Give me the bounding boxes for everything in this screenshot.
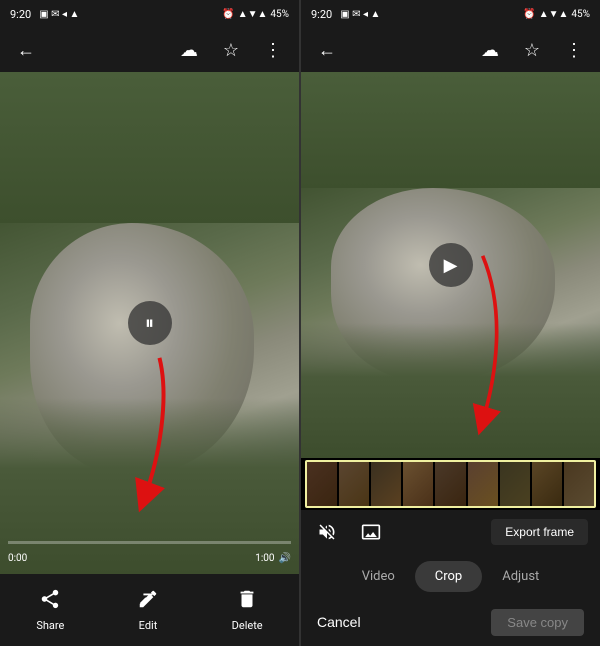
status-bar-left: 9:20 ▣ ✉ ◂ ▲ ⏰ ▲▼▲ 45% [0,0,299,28]
video-area-left[interactable]: ⏸ 0:00 1:00 🔊 [0,72,299,574]
tab-adjust[interactable]: Adjust [482,561,559,592]
delete-button[interactable]: Delete [232,588,263,632]
pause-button-left[interactable]: ⏸ [128,301,172,345]
bottom-action-bar: Cancel Save copy [301,598,600,646]
right-panel: 9:20 ▣ ✉ ◂ ▲ ⏰ ▲▼▲ 45% ← ☁ ☆ ⋮ ▶ [301,0,600,646]
back-button-left[interactable]: ← [12,36,40,64]
film-frame [307,462,337,506]
share-button[interactable]: Share [36,588,64,632]
star-icon-left[interactable]: ☆ [217,36,245,64]
top-bar-right-icons-r: ☁ ☆ ⋮ [476,36,588,64]
top-bar-left: ← ☁ ☆ ⋮ [0,28,299,72]
edit-button[interactable]: Edit [137,588,159,632]
filmstrip-container[interactable] [301,458,600,510]
edit-icon [137,588,159,615]
more-icon-right[interactable]: ⋮ [560,36,588,64]
top-bar-right-icons: ☁ ☆ ⋮ [175,36,287,64]
timeline-left[interactable] [8,541,291,544]
image-frame-icon[interactable] [357,518,385,546]
controls-left [313,518,385,546]
tab-bar: Video Crop Adjust [301,554,600,598]
status-icons-left: ⏰ ▲▼▲ 45% [222,9,289,20]
tab-video[interactable]: Video [342,561,415,592]
star-icon-right[interactable]: ☆ [518,36,546,64]
cloud-icon-left[interactable]: ☁ [175,36,203,64]
left-panel: 9:20 ▣ ✉ ◂ ▲ ⏰ ▲▼▲ 45% ← ☁ ☆ ⋮ ⏸ [0,0,299,646]
delete-icon [236,588,258,615]
film-frame [532,462,562,506]
cloud-icon-right[interactable]: ☁ [476,36,504,64]
tab-crop[interactable]: Crop [415,561,482,592]
filmstrip[interactable] [305,460,596,508]
film-frame [500,462,530,506]
video-controls-bar: Export frame [301,510,600,554]
play-button-right[interactable]: ▶ [429,243,473,287]
status-time-left: 9:20 ▣ ✉ ◂ ▲ [10,8,79,21]
film-frame [435,462,465,506]
video-area-right[interactable]: ▶ [301,72,600,458]
cancel-button[interactable]: Cancel [317,614,361,630]
back-button-right[interactable]: ← [313,36,341,64]
more-icon-left[interactable]: ⋮ [259,36,287,64]
film-frame [564,462,594,506]
bottom-toolbar-left: Share Edit Delete [0,574,299,646]
time-labels-left: 0:00 1:00 🔊 [8,553,291,564]
film-frame [403,462,433,506]
save-copy-button[interactable]: Save copy [491,609,584,636]
top-bar-right: ← ☁ ☆ ⋮ [301,28,600,72]
film-frame [371,462,401,506]
film-frame [468,462,498,506]
export-frame-button[interactable]: Export frame [491,519,588,545]
share-icon [39,588,61,615]
film-frame [339,462,369,506]
sound-icon[interactable] [313,518,341,546]
status-bar-right: 9:20 ▣ ✉ ◂ ▲ ⏰ ▲▼▲ 45% [301,0,600,28]
